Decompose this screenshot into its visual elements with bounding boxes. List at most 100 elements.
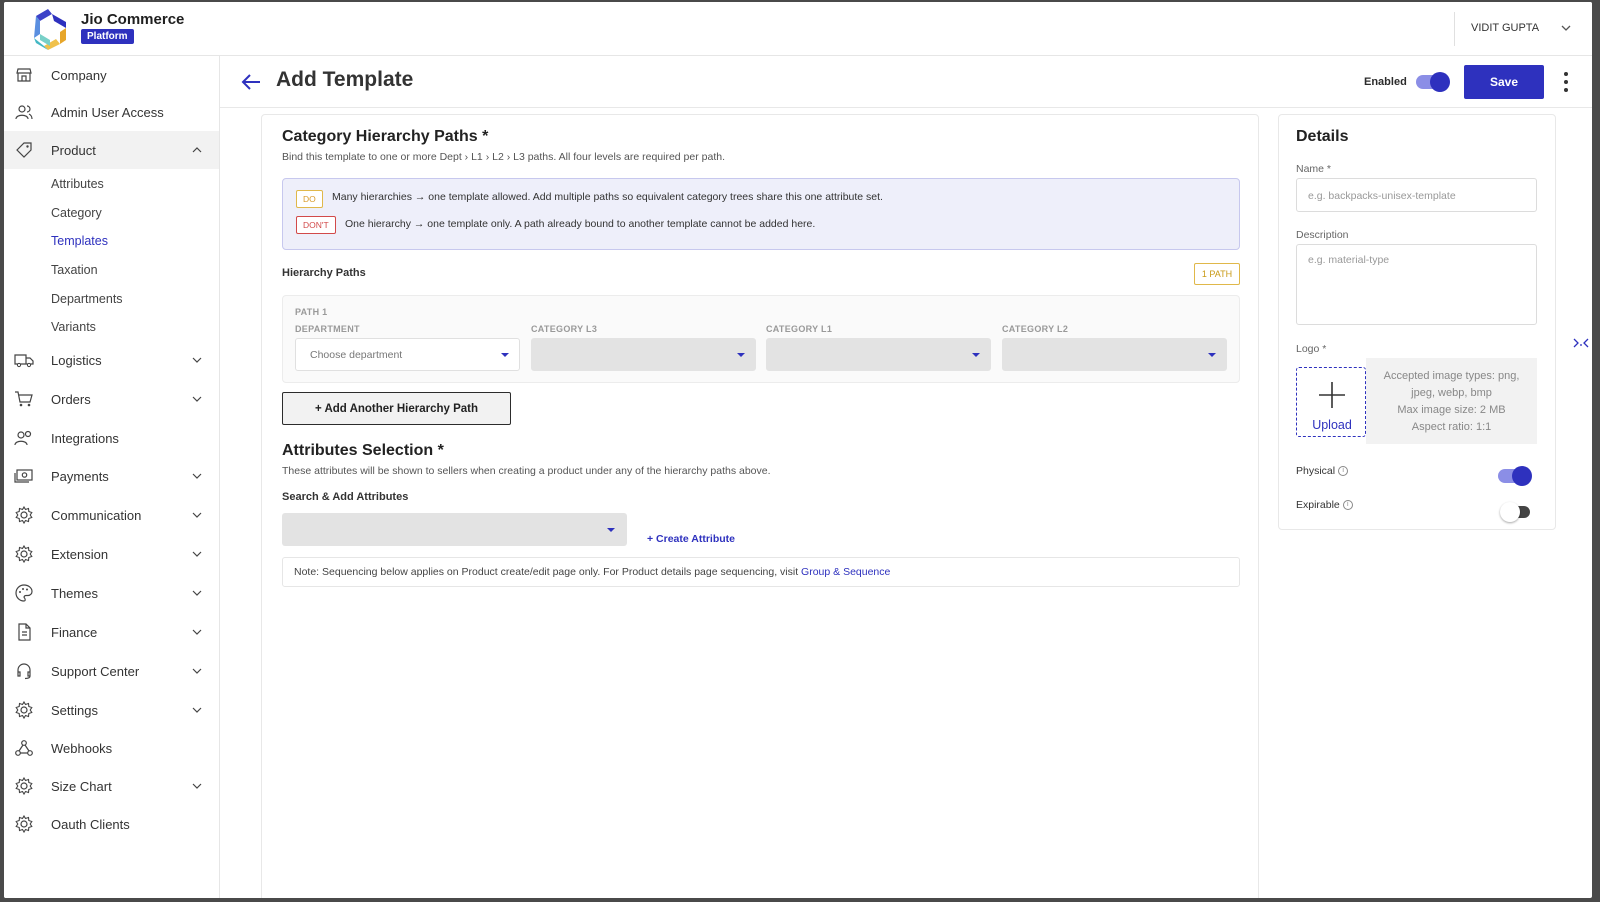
chevron-down-icon[interactable] — [191, 549, 203, 559]
sidebar-item-label: Company — [51, 67, 107, 83]
chevron-down-icon[interactable] — [191, 705, 203, 715]
platform-badge: Platform — [81, 29, 134, 44]
note-text: Note: Sequencing below applies on Produc… — [294, 566, 890, 578]
chevron-down-icon[interactable] — [191, 781, 203, 791]
details-title: Details — [1296, 128, 1349, 145]
collapse-panel-icon[interactable] — [1570, 332, 1592, 354]
upload-info-line: Aspect ratio: 1:1 — [1411, 421, 1492, 433]
chevron-down-icon[interactable] — [191, 394, 203, 404]
user-menu-chevron-icon[interactable] — [1556, 18, 1576, 38]
name-placeholder: e.g. backpacks-unisex-template — [1308, 190, 1456, 202]
sidebar-item-company[interactable]: Company — [4, 56, 219, 94]
chevron-down-icon[interactable] — [191, 510, 203, 520]
dont-tag: DON'T — [296, 216, 336, 234]
category-l1-select[interactable] — [766, 338, 991, 371]
sidebar-item-communication[interactable]: Communication — [4, 496, 219, 534]
gear-icon — [15, 776, 33, 796]
sidebar-subitem-departments[interactable]: Departments — [51, 292, 123, 306]
page-header: Add Template Enabled Save — [220, 56, 1592, 108]
attribute-search-select[interactable] — [282, 513, 627, 546]
description-placeholder: e.g. material-type — [1308, 254, 1390, 266]
category-l3-select[interactable] — [531, 338, 756, 371]
back-arrow-icon[interactable] — [240, 72, 262, 92]
chevron-up-icon[interactable] — [191, 145, 203, 155]
add-hierarchy-path-button[interactable]: + Add Another Hierarchy Path — [282, 392, 511, 425]
hierarchy-paths-label: Hierarchy Paths — [282, 267, 366, 279]
department-placeholder: Choose department — [310, 349, 403, 361]
hierarchy-subtitle: Bind this template to one or more Dept ›… — [282, 151, 725, 163]
name-input[interactable]: e.g. backpacks-unisex-template — [1296, 178, 1537, 212]
cart-icon — [15, 391, 33, 407]
sidebar-item-orders[interactable]: Orders — [4, 380, 219, 418]
sidebar-item-label: Extension — [51, 546, 109, 562]
tag-icon — [16, 142, 32, 158]
top-bar: Jio Commerce Platform VIDIT GUPTA — [4, 2, 1592, 56]
sidebar-item-product[interactable]: Product — [4, 131, 219, 169]
sidebar-item-label: Logistics — [51, 352, 102, 368]
create-attribute-link[interactable]: + Create Attribute — [647, 533, 735, 545]
sidebar-item-themes[interactable]: Themes — [4, 574, 219, 612]
sidebar-item-settings[interactable]: Settings — [4, 691, 219, 729]
palette-icon — [15, 584, 33, 602]
sidebar-item-label: Finance — [51, 624, 98, 640]
store-icon — [16, 68, 32, 82]
info-icon[interactable]: i — [1342, 500, 1353, 511]
sidebar-item-label: Orders — [51, 391, 91, 407]
column-label-category-l2: CATEGORY L2 — [1002, 324, 1069, 334]
sidebar-item-extension[interactable]: Extension — [4, 535, 219, 573]
column-label-category-l3: CATEGORY L3 — [531, 324, 598, 334]
description-textarea[interactable]: e.g. material-type — [1296, 244, 1537, 325]
sidebar-subitem-attributes[interactable]: Attributes — [51, 177, 104, 191]
chevron-down-icon[interactable] — [191, 666, 203, 676]
people-icon — [14, 430, 32, 446]
info-icon[interactable]: i — [1338, 466, 1349, 477]
enabled-toggle[interactable] — [1416, 72, 1450, 92]
chevron-down-icon[interactable] — [191, 588, 203, 598]
sidebar: Company Admin User Access Product Attrib… — [4, 56, 220, 898]
column-label-department: DEPARTMENT — [295, 324, 360, 334]
user-name[interactable]: VIDIT GUPTA — [1471, 22, 1539, 34]
physical-label-text: Physical — [1296, 465, 1336, 477]
physical-toggle[interactable] — [1498, 466, 1532, 486]
sidebar-subitem-category[interactable]: Category — [51, 206, 102, 220]
upload-info-line: Max image size: 2 MB — [1397, 404, 1506, 416]
logo-upload-button[interactable]: Upload — [1296, 367, 1366, 437]
sidebar-item-label: Oauth Clients — [51, 816, 130, 832]
chevron-down-icon[interactable] — [191, 471, 203, 481]
sidebar-subitem-taxation[interactable]: Taxation — [51, 263, 98, 277]
expirable-toggle[interactable] — [1500, 502, 1530, 522]
sidebar-item-logistics[interactable]: Logistics — [4, 341, 219, 379]
do-tag: DO — [296, 190, 323, 208]
group-sequence-link[interactable]: Group & Sequence — [801, 566, 890, 578]
sidebar-item-integrations[interactable]: Integrations — [4, 419, 219, 457]
sidebar-item-webhooks[interactable]: Webhooks — [4, 729, 219, 767]
sidebar-item-label: Admin User Access — [51, 104, 164, 120]
upload-info: Accepted image types: png, jpeg, webp, b… — [1366, 358, 1537, 444]
sidebar-item-oauth-clients[interactable]: Oauth Clients — [4, 805, 219, 843]
dropdown-caret-icon — [737, 353, 745, 357]
category-l2-select[interactable] — [1002, 338, 1227, 371]
sidebar-item-label: Size Chart — [51, 778, 112, 794]
sidebar-item-payments[interactable]: Payments — [4, 457, 219, 495]
dropdown-caret-icon — [501, 353, 509, 357]
sidebar-item-label: Payments — [51, 468, 109, 484]
enabled-label: Enabled — [1364, 76, 1407, 88]
chevron-down-icon[interactable] — [191, 627, 203, 637]
rules-info-box — [282, 178, 1240, 250]
more-options-icon[interactable] — [1560, 70, 1572, 94]
sidebar-item-admin-user-access[interactable]: Admin User Access — [4, 93, 219, 131]
sequencing-note: Note: Sequencing below applies on Produc… — [282, 557, 1240, 587]
column-label-category-l1: CATEGORY L1 — [766, 324, 833, 334]
department-select[interactable]: Choose department — [295, 338, 520, 371]
path-count-badge: 1 PATH — [1194, 263, 1240, 285]
sidebar-item-support-center[interactable]: Support Center — [4, 652, 219, 690]
chevron-down-icon[interactable] — [191, 355, 203, 365]
save-button[interactable]: Save — [1464, 65, 1544, 99]
hierarchy-title: Category Hierarchy Paths * — [282, 128, 489, 145]
sidebar-subitem-variants[interactable]: Variants — [51, 320, 96, 334]
sidebar-item-size-chart[interactable]: Size Chart — [4, 767, 219, 805]
sidebar-item-finance[interactable]: Finance — [4, 613, 219, 651]
sidebar-subitem-templates[interactable]: Templates — [51, 234, 108, 248]
sidebar-item-label: Integrations — [51, 430, 119, 446]
sidebar-item-label: Themes — [51, 585, 98, 601]
